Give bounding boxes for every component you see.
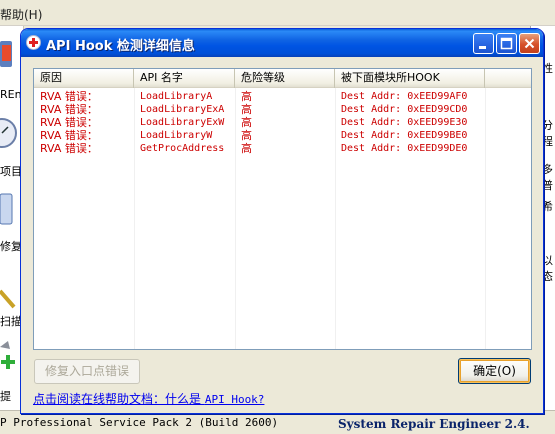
cell-api-name: GetProcAddress [140, 143, 225, 154]
tool-icon[interactable] [0, 36, 18, 72]
status-os-version: P Professional Service Pack 2 (Build 260… [0, 416, 279, 429]
cell-danger-level: 高 [241, 116, 252, 129]
column-header-reason[interactable]: 原因 [34, 69, 134, 88]
status-app-version: System Repair Engineer 2.4. [338, 417, 530, 431]
column-header-api-name[interactable]: API 名字 [134, 69, 235, 88]
cell-hook-module: Dest Addr: 0xEED99AF0 [341, 91, 468, 102]
cell-hook-module: Dest Addr: 0xEED99E30 [341, 117, 468, 128]
maximize-button[interactable] [496, 33, 517, 54]
sidebar-label-items: 项目 [0, 165, 22, 178]
menu-help[interactable]: 帮助(H) [0, 6, 42, 23]
minimize-icon [479, 46, 486, 49]
minimize-button[interactable] [473, 33, 494, 54]
list-header: 原因 API 名字 危险等级 被下面模块所HOOK [34, 69, 531, 88]
table-row[interactable]: RVA 错误： GetProcAddress 高 Dest Addr: 0xEE… [34, 142, 531, 155]
close-icon [524, 38, 535, 49]
cell-api-name: LoadLibraryExA [140, 104, 225, 115]
cell-danger-level: 高 [241, 129, 252, 142]
cell-danger-level: 高 [241, 90, 252, 103]
api-hook-dialog: API Hook 检测详细信息 原因 API 名字 危险等级 被下面模块所HOO… [20, 28, 544, 414]
cell-danger-level: 高 [241, 103, 252, 116]
online-help-link[interactable]: 点击阅读在线帮助文档：什么是 API Hook? [33, 390, 264, 407]
add-icon[interactable] [0, 338, 18, 374]
fix-entry-point-button[interactable]: 修复入口点错误 [34, 359, 140, 384]
cell-api-name: LoadLibraryW [140, 130, 213, 141]
cell-reason: RVA 错误： [40, 103, 98, 116]
app-cross-icon [26, 35, 41, 50]
close-button[interactable] [519, 33, 540, 54]
maximize-icon [500, 37, 513, 50]
cell-hook-module: Dest Addr: 0xEED99DE0 [341, 143, 468, 154]
column-header-danger-level[interactable]: 危险等级 [235, 69, 335, 88]
clock-icon[interactable] [0, 114, 18, 150]
cell-reason: RVA 错误： [40, 129, 98, 142]
cell-api-name: LoadLibraryExW [140, 117, 225, 128]
help-link-text: 点击阅读在线帮助文档：什么是 [33, 392, 205, 406]
dialog-title: API Hook 检测详细信息 [46, 39, 195, 54]
table-row[interactable]: RVA 错误： LoadLibraryW 高 Dest Addr: 0xEED9… [34, 129, 531, 142]
repair-icon[interactable] [0, 191, 18, 227]
sidebar-label-repair: 修复 [0, 240, 22, 253]
background-menubar [0, 0, 555, 26]
cell-danger-level: 高 [241, 142, 252, 155]
cell-reason: RVA 错误： [40, 90, 98, 103]
cell-hook-module: Dest Addr: 0xEED99BE0 [341, 130, 468, 141]
table-row[interactable]: RVA 错误： LoadLibraryExA 高 Dest Addr: 0xEE… [34, 103, 531, 116]
cell-hook-module: Dest Addr: 0xEED99CD0 [341, 104, 468, 115]
cell-reason: RVA 错误： [40, 142, 98, 155]
table-row[interactable]: RVA 错误： LoadLibraryA 高 Dest Addr: 0xEED9… [34, 90, 531, 103]
column-header-hook-module[interactable]: 被下面模块所HOOK [335, 69, 485, 88]
column-header-empty [485, 69, 531, 88]
ok-button[interactable]: 确定(O) [458, 358, 531, 384]
help-link-term: API Hook? [204, 393, 265, 406]
cell-api-name: LoadLibraryA [140, 91, 213, 102]
dialog-titlebar[interactable]: API Hook 检测详细信息 [21, 29, 543, 57]
table-row[interactable]: RVA 错误： LoadLibraryExW 高 Dest Addr: 0xEE… [34, 116, 531, 129]
cell-reason: RVA 错误： [40, 116, 98, 129]
sidebar-label-submit: 提 [0, 390, 11, 403]
hook-list[interactable]: 原因 API 名字 危险等级 被下面模块所HOOK RVA 错误： LoadLi… [33, 68, 532, 350]
sidebar-label-scan: 扫描 [0, 315, 22, 328]
